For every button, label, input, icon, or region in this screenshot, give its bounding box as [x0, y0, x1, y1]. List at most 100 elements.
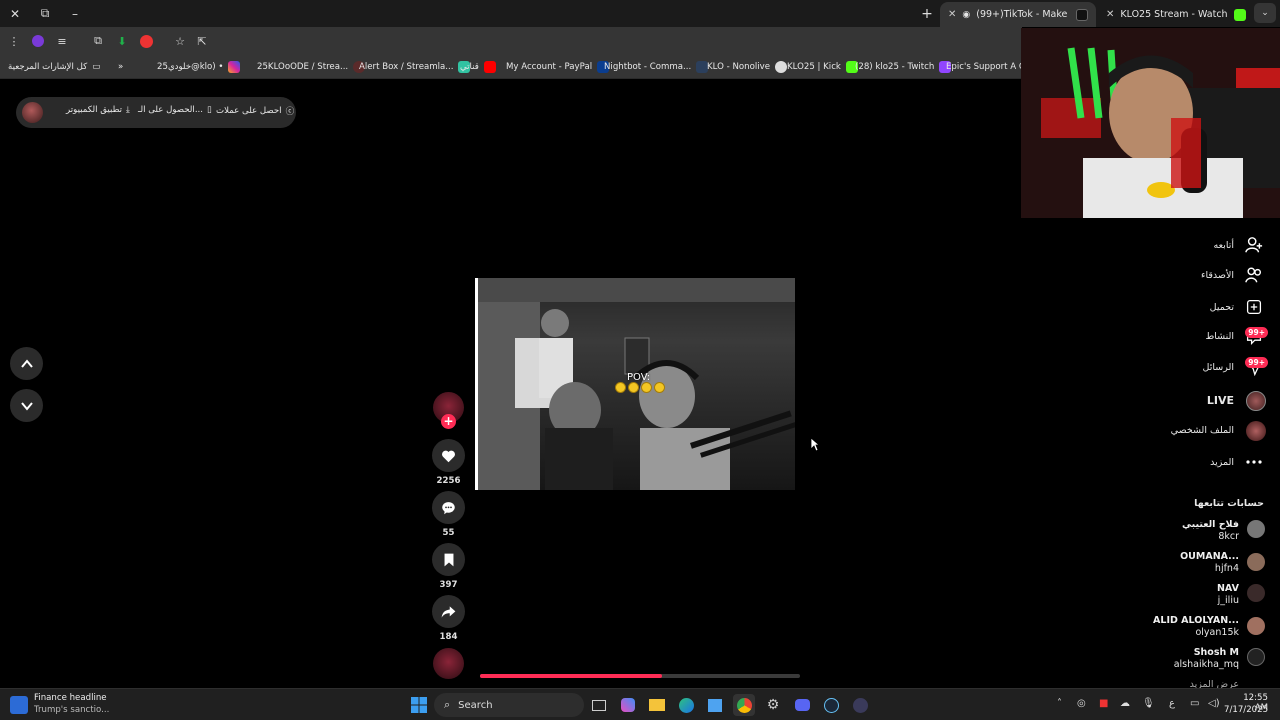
- sidebar-item-more[interactable]: المزيد: [1210, 457, 1234, 468]
- profile-avatar[interactable]: [1246, 421, 1266, 441]
- bookmark-paypal[interactable]: My Account - PayPal: [506, 59, 610, 75]
- network-icon[interactable]: ▭: [1190, 698, 1199, 709]
- bookmark-instagram[interactable]: خلودي25@klo) •: [157, 59, 241, 75]
- sidebar-item-activity[interactable]: النشاط: [1205, 331, 1234, 342]
- instagram-icon: [228, 61, 241, 73]
- follow-plus-button[interactable]: +: [441, 414, 456, 429]
- news-headline[interactable]: Finance headline: [34, 693, 107, 703]
- account-avatar[interactable]: [1247, 648, 1265, 666]
- save-button[interactable]: [432, 543, 465, 576]
- avatar[interactable]: [22, 102, 43, 123]
- share-button[interactable]: [432, 595, 465, 628]
- more-icon[interactable]: [1244, 452, 1264, 472]
- live-avatar[interactable]: [1246, 391, 1266, 411]
- account-name[interactable]: فلاح العتيبي: [1182, 519, 1239, 530]
- extension-icon[interactable]: [29, 32, 47, 50]
- bookmark-nonolive[interactable]: KLO - Nonolive: [707, 59, 787, 75]
- tray-mic-icon[interactable]: 🎙: [1142, 698, 1155, 709]
- edge-icon[interactable]: [675, 694, 697, 716]
- tab-tiktok[interactable]: ✕ ◉ (99+)TikTok - Make Your Da: [940, 2, 1096, 27]
- adblock-icon[interactable]: [137, 32, 155, 50]
- account-username[interactable]: 8kcr: [1218, 531, 1239, 542]
- sidebar-item-following[interactable]: أتابعه: [1214, 240, 1235, 251]
- following-icon[interactable]: [1244, 235, 1264, 255]
- language-indicator[interactable]: ع: [1169, 698, 1175, 709]
- bookmark-label: كل الإشارات المرجعية: [8, 62, 88, 72]
- like-button[interactable]: [432, 439, 465, 472]
- menu-dots-icon[interactable]: ⋮: [5, 32, 23, 50]
- task-view-icon[interactable]: [588, 694, 610, 716]
- discord-icon[interactable]: [791, 694, 813, 716]
- bookmark-alertbox[interactable]: Alert Box / Streamla...: [359, 59, 471, 75]
- account-name[interactable]: NAV: [1217, 583, 1239, 594]
- video-progress-bar[interactable]: [480, 674, 800, 678]
- sidebar-item-profile[interactable]: الملف الشخصي: [1171, 425, 1234, 436]
- account-name[interactable]: OUMANA...: [1180, 551, 1239, 562]
- sidebar-item-upload[interactable]: تحميل: [1210, 302, 1234, 313]
- video-player[interactable]: POV:: [475, 278, 795, 490]
- copilot-icon[interactable]: [617, 694, 639, 716]
- file-explorer-icon[interactable]: [646, 694, 668, 716]
- tab-search-chevron-icon[interactable]: ⌄: [1254, 3, 1276, 23]
- account-avatar[interactable]: [1247, 520, 1265, 538]
- share-count: 184: [439, 632, 458, 642]
- account-name[interactable]: ALID ALOLYAN...: [1153, 615, 1239, 626]
- sidebar-item-friends[interactable]: الأصدقاء: [1201, 270, 1234, 281]
- account-avatar[interactable]: [1247, 584, 1265, 602]
- previous-video-button[interactable]: [10, 347, 43, 380]
- news-subtitle[interactable]: Trump's sanctio...: [34, 705, 109, 715]
- sound-avatar[interactable]: [433, 648, 464, 679]
- volume-icon[interactable]: ◁): [1208, 698, 1220, 709]
- desktop-app-button[interactable]: تطبيق الكمبيوتر ⤓: [66, 105, 130, 115]
- account-avatar[interactable]: [1247, 617, 1265, 635]
- close-window-icon[interactable]: ✕: [0, 0, 30, 27]
- account-username[interactable]: alshaikha_mq: [1174, 659, 1239, 670]
- sidebar-item-messages[interactable]: الرسائل: [1203, 362, 1234, 373]
- account-username[interactable]: olyan15k: [1195, 627, 1239, 638]
- windows-start-icon[interactable]: [408, 694, 430, 716]
- tray-cloud-icon[interactable]: ☁: [1120, 698, 1130, 709]
- bookmark-kick[interactable]: KLO25 | Kick: [787, 59, 858, 75]
- download-icon[interactable]: ⬇: [113, 32, 131, 50]
- tab-close-icon[interactable]: ✕: [1106, 9, 1114, 20]
- share-page-icon[interactable]: ⇱: [193, 32, 211, 50]
- bookmark-star-icon[interactable]: ☆: [171, 32, 189, 50]
- account-name[interactable]: Shosh M: [1194, 647, 1239, 658]
- sidebar-item-live[interactable]: LIVE: [1207, 394, 1234, 407]
- get-coins-button[interactable]: احصل على عملات ⓒ: [216, 105, 294, 117]
- upload-icon[interactable]: [1244, 297, 1264, 317]
- bookmark-streamelements[interactable]: 25KLOoODE / Strea...: [257, 59, 366, 75]
- tab-title: KLO25 Stream - Watch Live on: [1120, 9, 1228, 20]
- restore-window-icon[interactable]: ⧉: [30, 0, 60, 27]
- bookmark-twitch[interactable]: (28) klo25 - Twitch: [855, 59, 952, 75]
- chrome-icon[interactable]: [733, 694, 755, 716]
- store-icon[interactable]: [704, 694, 726, 716]
- next-video-button[interactable]: [10, 389, 43, 422]
- tab-close-icon[interactable]: ✕: [948, 9, 956, 20]
- tray-app-icon[interactable]: ◎: [1077, 698, 1086, 709]
- media-control-icon[interactable]: ≡: [53, 32, 71, 50]
- bookmarks-overflow-icon[interactable]: »: [118, 59, 123, 75]
- get-app-button[interactable]: الحصول على الـ... ▯: [138, 105, 212, 115]
- see-more-accounts-link[interactable]: عرض المزيد: [1190, 679, 1239, 688]
- tray-mcafee-icon[interactable]: ■: [1099, 698, 1108, 709]
- news-widget-icon[interactable]: [10, 696, 28, 714]
- tab-kick[interactable]: ✕ KLO25 Stream - Watch Live on: [1098, 2, 1254, 27]
- tray-overflow-icon[interactable]: ˄: [1057, 698, 1062, 709]
- account-username[interactable]: j_iliu: [1218, 595, 1239, 606]
- taskbar-search[interactable]: ⌕ Search: [434, 693, 584, 717]
- extensions-puzzle-icon[interactable]: ⧉: [89, 32, 107, 50]
- new-tab-icon[interactable]: +: [912, 0, 942, 27]
- bookmark-all-folder[interactable]: كل الإشارات المرجعية ▭: [8, 59, 100, 75]
- account-avatar[interactable]: [1247, 553, 1265, 571]
- app-icon[interactable]: [849, 694, 871, 716]
- account-username[interactable]: hjfn4: [1215, 563, 1239, 574]
- clock-date[interactable]: 7/17/2025: [1224, 705, 1268, 715]
- bookmark-nightbot[interactable]: Nightbot - Comma...: [604, 59, 709, 75]
- settings-gear-icon[interactable]: ⚙: [762, 694, 784, 716]
- friends-icon[interactable]: [1244, 265, 1264, 285]
- bookmark-youtube[interactable]: قناتي: [460, 59, 496, 75]
- minimize-window-icon[interactable]: –: [60, 0, 90, 27]
- comment-button[interactable]: [432, 491, 465, 524]
- steam-icon[interactable]: [820, 694, 842, 716]
